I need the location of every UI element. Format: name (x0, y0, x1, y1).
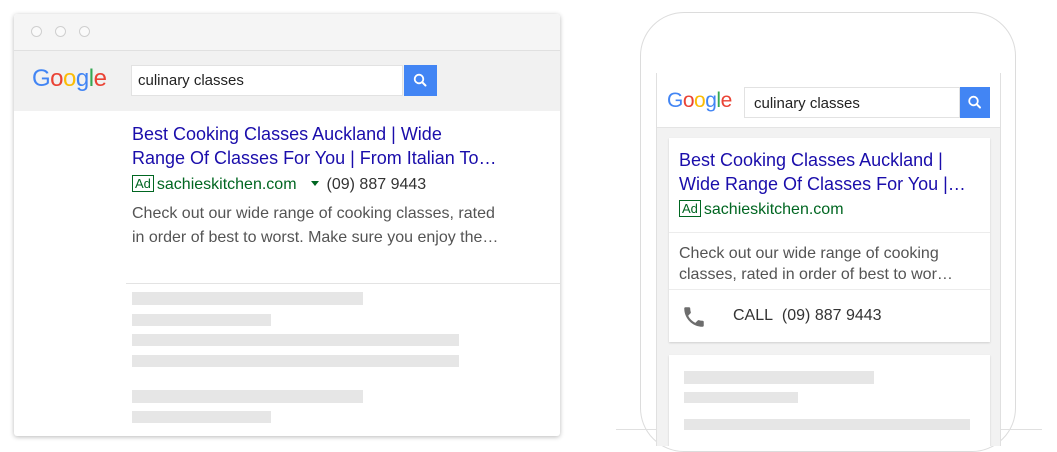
logo-letter: o (50, 65, 64, 92)
skeleton-line (132, 334, 459, 346)
phone-icon (684, 307, 704, 327)
desktop-browser-window: Google culinary classes Best Cooking Cla… (14, 14, 560, 436)
phone-screen: Google culinary classes Best Cooking Cla… (656, 73, 1001, 446)
mobile-ad-card: Best Cooking Classes Auckland | Wide Ran… (669, 138, 990, 342)
desktop-ad-result: Best Cooking Classes Auckland | Wide Ran… (132, 122, 542, 250)
window-minimize-dot[interactable] (55, 26, 66, 37)
call-phone-number: (09) 887 9443 (781, 307, 882, 324)
desktop-search-input[interactable]: culinary classes (131, 65, 403, 96)
browser-title-bar (14, 14, 560, 51)
skeleton-line (132, 355, 459, 367)
card-divider (669, 232, 990, 233)
ad-url-row: Ad sachieskitchen.com (09) 887 9443 (132, 175, 542, 195)
mobile-search-input[interactable]: culinary classes (744, 87, 960, 118)
skeleton-line (132, 411, 271, 423)
ad-description-line: Check out our wide range of cooking clas… (132, 205, 495, 222)
call-extension-button[interactable]: CALL (09) 887 9443 (669, 290, 990, 342)
search-icon (968, 95, 981, 109)
search-icon (413, 73, 427, 87)
skeleton-line (684, 371, 874, 384)
mobile-placeholder-card (669, 355, 990, 446)
ad-title-link[interactable]: Best Cooking Classes Auckland | Wide Ran… (132, 122, 542, 170)
ad-title-line: Wide Range Of Classes For You |… (679, 174, 966, 194)
window-maximize-dot[interactable] (79, 26, 90, 37)
ad-title-line: Best Cooking Classes Auckland | (679, 150, 943, 170)
google-logo[interactable]: Google (32, 65, 107, 93)
logo-letter: g (705, 89, 717, 112)
skeleton-line (132, 314, 271, 326)
ad-title-line: Range Of Classes For You | From Italian … (132, 148, 497, 168)
logo-letter: G (667, 89, 683, 112)
call-label: CALL (733, 307, 774, 324)
ad-description-line: in order of best to worst. Make sure you… (132, 229, 499, 246)
mobile-search-header: Google culinary classes (657, 73, 1000, 128)
ad-title-link[interactable]: Best Cooking Classes Auckland | Wide Ran… (679, 148, 984, 196)
ad-badge: Ad (679, 200, 701, 217)
ad-url-row: Ad sachieskitchen.com (679, 200, 844, 219)
skeleton-line (132, 292, 363, 305)
window-close-dot[interactable] (31, 26, 42, 37)
logo-letter: o (63, 65, 76, 92)
ad-description: Check out our wide range of cooking clas… (132, 202, 542, 250)
ad-title-line: Best Cooking Classes Auckland | Wide (132, 124, 442, 144)
logo-letter: e (93, 65, 107, 92)
ad-description-line: classes, rated in order of best to wor… (679, 266, 953, 283)
ad-phone-number[interactable]: (09) 887 9443 (327, 176, 427, 193)
logo-letter: o (682, 89, 695, 112)
logo-letter: g (75, 65, 89, 92)
desktop-search-button[interactable] (404, 65, 437, 96)
mobile-search-button[interactable] (960, 87, 990, 118)
call-extension-text: CALL (09) 887 9443 (733, 307, 882, 325)
desktop-search-header: Google culinary classes (14, 51, 560, 111)
ad-badge: Ad (132, 175, 154, 192)
skeleton-line (132, 390, 363, 403)
logo-letter: G (32, 65, 51, 92)
ad-description-line: Check out our wide range of cooking (679, 245, 939, 262)
google-logo[interactable]: Google (667, 89, 732, 113)
logo-letter: e (720, 89, 733, 112)
ad-display-url[interactable]: sachieskitchen.com (157, 176, 297, 193)
results-divider (126, 283, 560, 284)
logo-letter: o (694, 89, 706, 112)
chevron-down-icon[interactable] (310, 181, 319, 186)
skeleton-line (684, 419, 970, 430)
ad-description: Check out our wide range of cooking clas… (679, 243, 984, 285)
skeleton-line (684, 392, 798, 403)
ad-display-url[interactable]: sachieskitchen.com (704, 201, 844, 218)
